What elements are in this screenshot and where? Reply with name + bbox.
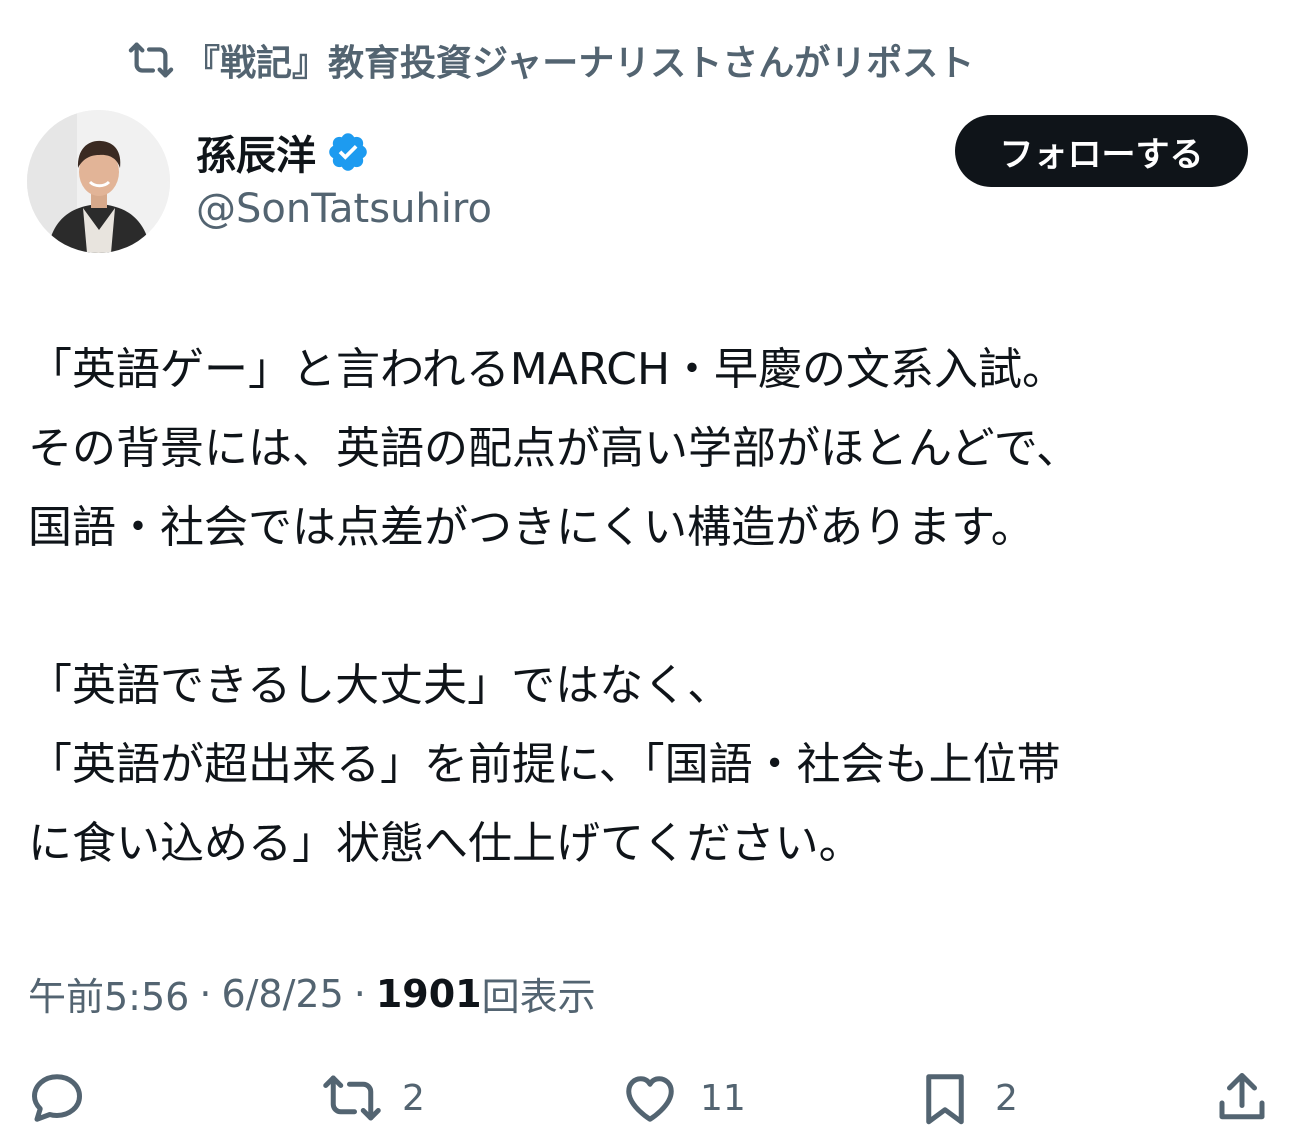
tweet-line: 「英語ゲー」と言われるMARCH・早慶の文系入試。 [28,344,1067,395]
author-display-name: 孫辰洋 [196,133,316,179]
tweet-line: に食い込める」状態へ仕上げてください。 [28,818,863,869]
bookmark-icon [926,1074,964,1125]
meta-separator: · [353,971,366,1016]
reply-button[interactable] [27,1068,107,1128]
views-count: 1901 [375,971,482,1016]
repost-button[interactable]: 2 [322,1068,425,1128]
follow-button[interactable]: フォローする [955,115,1248,187]
author-name[interactable]: 孫辰洋 [196,122,370,182]
reply-icon [32,1074,82,1122]
repost-icon [128,37,174,83]
tweet-line: 国語・社会では点差がつきにくい構造があります。 [28,502,1035,553]
meta-separator: · [199,971,212,1016]
action-bar: 2 11 2 [0,1068,1300,1128]
views-label: 回表示 [481,975,596,1019]
avatar-photo [27,110,170,253]
bookmark-count: 2 [995,1077,1018,1119]
like-button[interactable]: 11 [620,1068,746,1128]
tweet-time[interactable]: 午前5:56 [28,966,189,1021]
share-button[interactable] [1212,1068,1292,1128]
share-icon [1219,1073,1265,1120]
tweet-text: 「英語ゲー」と言われるMARCH・早慶の文系入試。 その背景には、英語の配点が高… [28,330,1278,883]
repost-header[interactable]: 『戦記』教育投資ジャーナリストさんがリポスト [128,36,974,84]
avatar[interactable] [27,110,170,253]
tweet-line: 「英語が超出来る」を前提に、「国語・社会も上位帯 [28,739,1061,790]
repost-icon [323,1075,381,1121]
author-handle[interactable]: @SonTatsuhiro [196,186,492,232]
tweet-date[interactable]: 6/8/25 [221,972,343,1016]
tweet-line: 「英語できるし大丈夫」ではなく、 [28,660,732,711]
heart-icon [626,1076,674,1122]
verified-badge-icon [326,130,370,174]
bookmark-button[interactable]: 2 [915,1068,1018,1128]
tweet-line: その背景には、英語の配点が高い学部がほとんどで、 [28,423,1081,474]
like-count: 11 [700,1077,746,1119]
repost-count: 2 [402,1077,425,1119]
tweet-meta: 午前5:56 · 6/8/25 · 1901 回表示 [28,966,596,1021]
repost-text: 『戦記』教育投資ジャーナリストさんがリポスト [184,43,975,84]
